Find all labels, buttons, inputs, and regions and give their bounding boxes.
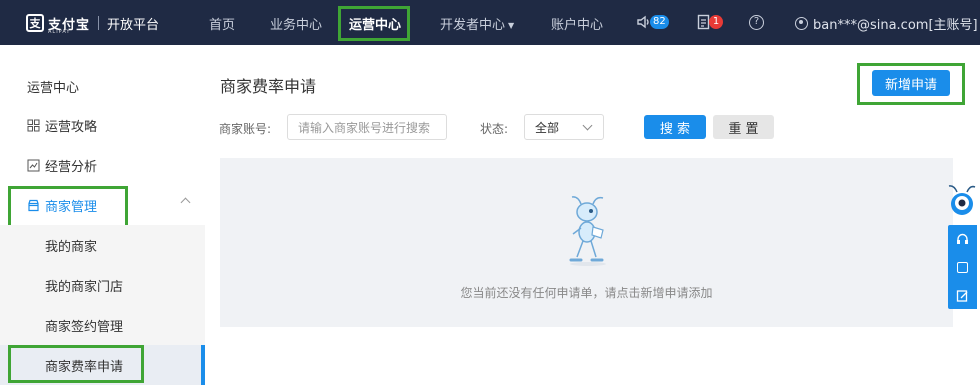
nav-account-center[interactable]: 账户中心	[551, 14, 603, 33]
nav-business-center[interactable]: 业务中心	[270, 14, 322, 33]
customer-service-button[interactable]	[948, 225, 977, 253]
grid-icon	[27, 119, 40, 131]
ant-mascot-icon	[569, 196, 606, 266]
sidebar-item-strategy[interactable]: 运营攻略	[0, 105, 205, 145]
nav-developer-center[interactable]: 开发者中心 ▼	[440, 14, 514, 33]
headset-icon	[957, 233, 968, 244]
main-content: 商家费率申请 新增申请 商家账号: 请输入商家账号进行搜索 状态: 全部 搜 索…	[205, 45, 980, 391]
merchant-management-highlight	[8, 186, 128, 228]
brand-sub: ALIPAY	[48, 29, 71, 35]
chevron-down-icon	[582, 120, 593, 131]
helper-mascot-icon[interactable]	[945, 184, 980, 224]
chevron-up-icon	[180, 197, 191, 208]
user-icon	[795, 17, 808, 30]
caret-down-icon: ▼	[508, 21, 515, 30]
status-select-value: 全部	[535, 120, 560, 135]
notice-button[interactable]: 82	[636, 13, 669, 31]
message-button[interactable]: 1	[697, 13, 723, 31]
alipay-logo-icon: 支	[26, 14, 44, 32]
faq-button[interactable]	[948, 253, 977, 281]
help-button[interactable]: ?	[749, 13, 764, 31]
edit-icon	[956, 289, 968, 302]
sidebar: 运营中心 运营攻略 经营分析 商家管理 我的商家 我的商家门店 商家签约管理 商…	[0, 45, 205, 391]
chart-icon	[27, 159, 40, 171]
feedback-button[interactable]	[948, 281, 977, 309]
nav-home[interactable]: 首页	[209, 14, 235, 33]
question-icon	[957, 261, 968, 273]
rate-application-highlight	[8, 345, 144, 383]
platform-name: 开放平台	[107, 17, 160, 33]
status-select[interactable]: 全部	[524, 114, 604, 140]
empty-state: 您当前还没有任何申请单，请点击新增申请添加	[220, 158, 953, 327]
sidebar-item-my-merchants[interactable]: 我的商家	[0, 225, 205, 265]
top-navigation-bar: 支 支付宝 ALIPAY 开放平台 首页 业务中心 运营中心 开发者中心 ▼ 账户…	[0, 0, 980, 45]
status-label: 状态:	[480, 122, 509, 136]
sidebar-item-my-stores[interactable]: 我的商家门店	[0, 265, 205, 305]
page-title: 商家费率申请	[220, 77, 317, 96]
sidebar-item-analysis[interactable]: 经营分析	[0, 145, 205, 185]
nav-developer-label: 开发者中心	[440, 18, 506, 33]
account-search-input[interactable]: 请输入商家账号进行搜索	[287, 114, 447, 140]
sidebar-item-label: 经营分析	[45, 159, 98, 175]
brand-divider	[98, 16, 100, 30]
sidebar-title[interactable]: 运营中心	[0, 66, 205, 106]
search-button[interactable]: 搜 索	[644, 115, 706, 139]
user-email: ban***@sina.com[主账号]	[813, 18, 978, 33]
content-panel: 商家费率申请 新增申请 商家账号: 请输入商家账号进行搜索 状态: 全部 搜 索…	[205, 45, 980, 391]
help-icon: ?	[749, 14, 764, 30]
notice-badge: 82	[650, 15, 669, 29]
user-account[interactable]: ban***@sina.com[主账号]	[795, 14, 978, 33]
account-label: 商家账号:	[219, 122, 272, 136]
sidebar-item-signing[interactable]: 商家签约管理	[0, 305, 205, 345]
sidebar-item-label: 运营攻略	[45, 119, 98, 135]
nav-highlight-box	[338, 6, 410, 41]
message-badge: 1	[709, 15, 723, 29]
empty-state-message: 您当前还没有任何申请单，请点击新增申请添加	[460, 286, 713, 300]
reset-button[interactable]: 重 置	[713, 115, 774, 139]
brand[interactable]: 支 支付宝 ALIPAY 开放平台	[26, 12, 160, 35]
floating-toolbar	[948, 225, 977, 309]
new-application-highlight	[857, 63, 965, 105]
